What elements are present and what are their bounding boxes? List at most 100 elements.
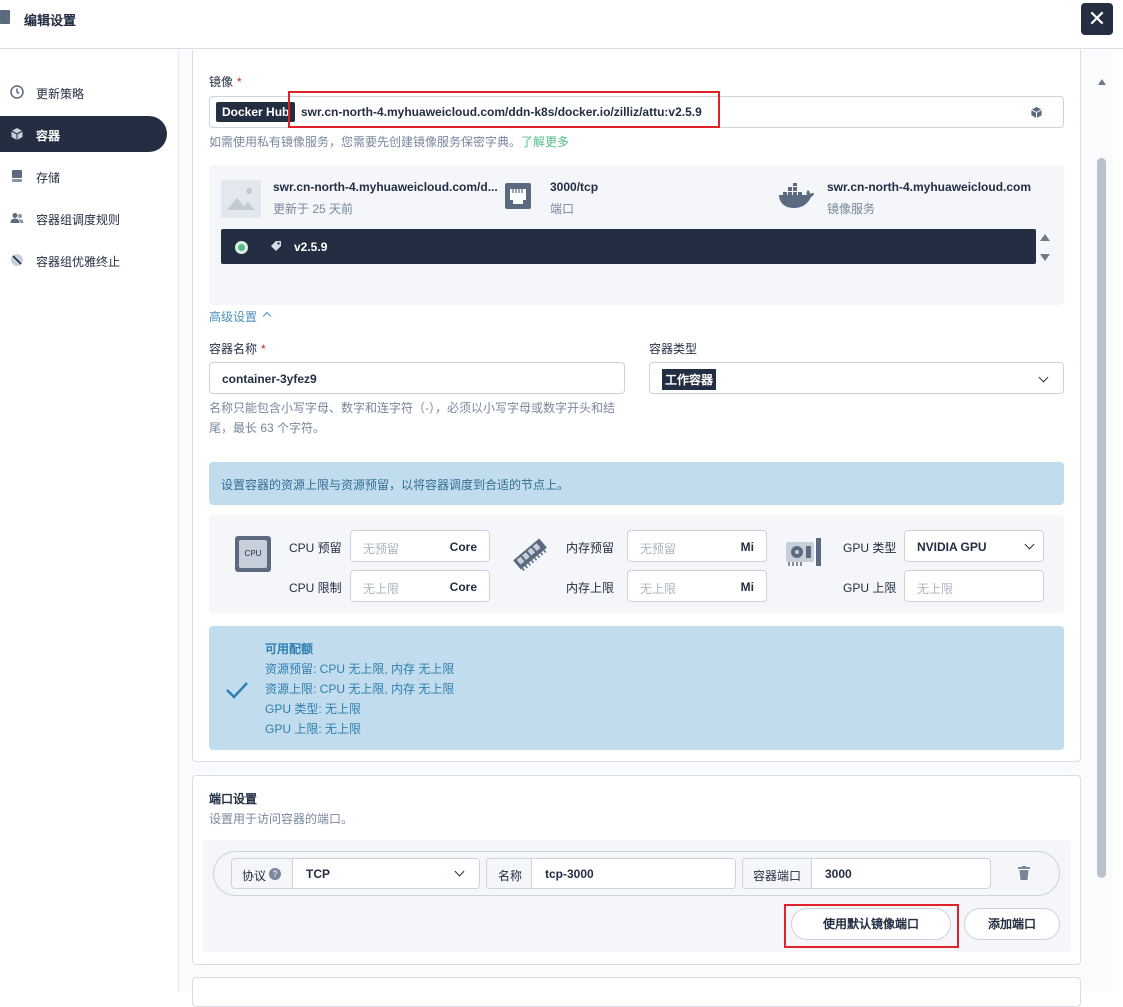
container-port-value: 3000 [825,867,852,881]
quota-title: 可用配额 [265,642,314,656]
chevron-down-icon [1038,372,1049,383]
sidebar-item-label: 存储 [36,171,61,185]
cpu-reserve-unit: Core [449,540,477,554]
memory-limit-input[interactable]: 无上限 Mi [627,570,767,602]
sidebar-item-container[interactable]: 容器 [0,116,167,152]
protocol-label: 协议 [242,869,267,883]
container-name-value: container-3yfez9 [222,372,317,386]
container-port-label: 容器端口 [753,869,802,883]
sidebar-item-update-strategy[interactable]: 更新策略 [0,74,167,110]
next-section-card [192,977,1081,1007]
port-name-input[interactable]: 名称 tcp-3000 [486,858,736,889]
chevron-down-icon [1024,539,1035,550]
memory-reserve-unit: Mi [740,540,754,554]
close-button[interactable]: ✕ [1081,3,1113,35]
advanced-settings-label: 高级设置 [209,310,258,324]
container-name-input[interactable]: container-3yfez9 [209,362,625,394]
memory-reserve-placeholder: 无预留 [640,542,677,556]
image-hint: 如需使用私有镜像服务，您需要先创建镜像服务保密字典。了解更多 [209,135,570,149]
tag-row-selected[interactable]: v2.5.9 [221,229,1036,264]
port-name-label: 名称 [498,869,523,883]
registry-badge[interactable]: Docker Hub [216,102,296,122]
gpu-icon [786,538,821,566]
cpu-limit-input[interactable]: 无上限 Core [350,570,490,602]
scrollbar-thumb[interactable] [1097,158,1106,878]
image-placeholder-icon [221,180,261,218]
resource-banner: 设置容器的资源上限与资源预留，以将容器调度到合适的节点上。 [209,462,1064,505]
gpu-type-label: GPU 类型 [843,541,897,555]
gpu-limit-input[interactable]: 无上限 [904,570,1044,602]
memory-limit-placeholder: 无上限 [640,582,677,596]
cpu-reserve-placeholder: 无预留 [363,542,400,556]
highlight-default-port-button [784,904,959,948]
gpu-type-value: NVIDIA GPU [917,540,987,554]
users-icon [10,213,24,223]
cpu-reserve-label: CPU 预留 [289,541,342,555]
container-type-select[interactable]: 工作容器 [649,362,1064,394]
quota-line: GPU 类型: 无上限 [265,702,362,716]
highlight-image-value [288,91,720,128]
tag-label: v2.5.9 [294,240,328,254]
port-name-value: tcp-3000 [545,867,594,881]
image-info-port: 3000/tcp [550,180,599,194]
memory-limit-unit: Mi [740,580,754,594]
sidebar-item-graceful-termination[interactable]: 容器组优雅终止 [0,242,167,278]
container-name-label: 容器名称 * [209,342,266,356]
sidebar: 更新策略 容器 存储 容器组调度规则 容器组优雅终止 [0,50,178,992]
image-info-updated: 更新于 25 天前 [273,202,354,216]
sidebar-item-storage[interactable]: 存储 [0,158,167,194]
cpu-limit-placeholder: 无上限 [363,582,400,596]
storage-icon [12,170,22,182]
quota-line: 资源上限: CPU 无上限, 内存 无上限 [265,682,455,696]
help-icon[interactable]: ? [269,868,281,880]
dialog-title: 编辑设置 [24,13,77,28]
quota-line: GPU 上限: 无上限 [265,722,362,736]
resource-banner-text: 设置容器的资源上限与资源预留，以将容器调度到合适的节点上。 [221,478,570,492]
chevron-down-icon [454,866,465,877]
docker-icon [779,183,814,208]
image-info-name: swr.cn-north-4.myhuaweicloud.com/d... [273,180,498,194]
image-info-registry: swr.cn-north-4.myhuaweicloud.com [827,180,1032,194]
add-port-button[interactable]: 添加端口 [964,908,1060,940]
advanced-settings-toggle[interactable]: 高级设置 [209,308,257,325]
memory-reserve-input[interactable]: 无预留 Mi [627,530,767,562]
tag-scroll-up-icon[interactable] [1040,234,1050,241]
container-port-input[interactable]: 容器端口 3000 [742,858,991,889]
container-type-label: 容器类型 [649,342,698,356]
trash-icon[interactable] [1018,866,1030,880]
clock-icon [10,85,24,99]
dialog-header: 编辑设置 ✕ [0,0,1123,49]
check-icon [226,682,248,699]
container-type-value: 工作容器 [662,369,717,390]
scroll-up-icon[interactable] [1098,79,1106,85]
port-settings-title: 端口设置 [209,792,258,806]
quota-panel: 可用配额 资源预留: CPU 无上限, 内存 无上限 资源上限: CPU 无上限… [209,626,1064,750]
tag-icon [271,241,281,251]
cpu-limit-unit: Core [449,580,477,594]
learn-more-link[interactable]: 了解更多 [521,135,569,149]
sidebar-item-label: 更新策略 [36,87,85,101]
slash-icon [11,254,23,266]
gpu-type-select[interactable]: NVIDIA GPU [904,530,1044,562]
cube-icon[interactable] [1030,106,1043,119]
cpu-icon: CPU [235,536,271,572]
sidebar-item-label: 容器组调度规则 [36,213,121,227]
tag-radio[interactable] [235,241,248,254]
cpu-reserve-input[interactable]: 无预留 Core [350,530,490,562]
sidebar-item-label: 容器 [36,129,61,143]
memory-icon [513,538,547,572]
edit-icon [0,10,10,24]
memory-limit-label: 内存上限 [566,581,615,595]
protocol-value: TCP [306,867,330,881]
sidebar-item-label: 容器组优雅终止 [36,255,121,269]
port-settings-subtitle: 设置用于访问容器的端口。 [209,812,354,826]
gpu-limit-label: GPU 上限 [843,581,897,595]
gpu-limit-placeholder: 无上限 [917,582,954,596]
port-icon [505,183,531,209]
container-name-hint: 名称只能包含小写字母、数字和连字符（-），必须以小写字母或数字开头和结 尾，最长… [209,401,615,435]
sidebar-item-scheduling[interactable]: 容器组调度规则 [0,200,167,236]
tag-scroll-down-icon[interactable] [1040,254,1050,261]
container-icon [11,128,23,140]
image-info-port-label: 端口 [550,202,575,216]
protocol-select[interactable]: 协议 ? TCP [231,858,480,889]
